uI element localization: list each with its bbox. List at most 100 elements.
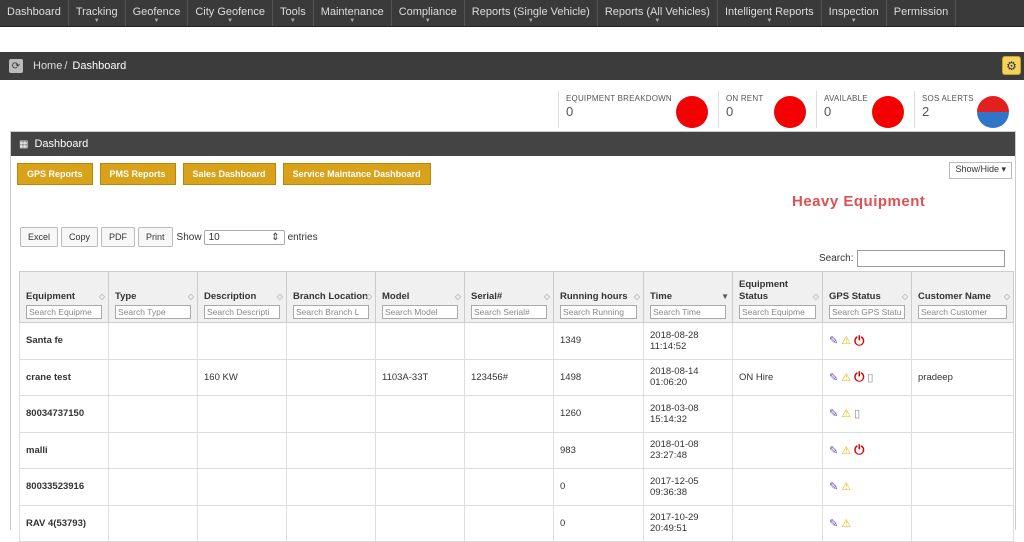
nav-tools[interactable]: Tools ▼ — [273, 0, 314, 26]
column-search-input[interactable]: Search Running — [560, 305, 637, 319]
col-type[interactable]: Type ◇ Search Type — [108, 271, 198, 323]
battery-icon[interactable]: ▯ — [867, 371, 873, 384]
caret-down-icon: ▼ — [227, 18, 234, 24]
column-search-input[interactable]: Search Descripti — [204, 305, 280, 319]
copy-button[interactable]: Copy — [61, 227, 99, 247]
warning-icon[interactable]: ⚠ — [841, 480, 851, 493]
settings-gear-icon[interactable]: ⚙ — [1002, 56, 1021, 75]
column-search-input[interactable]: Search Equipme — [26, 305, 102, 319]
cell-customer: pradeep — [911, 358, 1014, 396]
col-gps-status[interactable]: GPS Status ◇ Search GPS Statu — [822, 271, 912, 323]
entries-select[interactable]: 10 ⇕ — [203, 229, 285, 245]
cell-model — [375, 322, 465, 360]
power-icon[interactable]: ⏻ — [854, 442, 864, 458]
stat-available[interactable]: AVAILABLE 0 — [816, 91, 914, 128]
stat-equipment-breakdown[interactable]: EQUIPMENT BREAKDOWN 0 — [558, 91, 718, 128]
sort-icon: ◇ — [187, 292, 194, 301]
warning-icon[interactable]: ⚠ — [841, 334, 851, 347]
stats-row: EQUIPMENT BREAKDOWN 0 ON RENT 0 AVAILABL… — [558, 91, 1019, 128]
power-icon[interactable]: ⏻ — [854, 369, 864, 385]
select-arrows-icon: ⇕ — [271, 231, 280, 243]
gps-reports-button[interactable]: GPS Reports — [17, 163, 93, 185]
cell-hours: 1260 — [553, 395, 644, 433]
cell-branch — [286, 431, 376, 469]
col-branch-location[interactable]: Branch Location ◇ Search Branch L — [286, 271, 376, 323]
service-maintenance-button[interactable]: Service Maintance Dashboard — [282, 163, 431, 185]
satellite-icon[interactable]: ✎ — [829, 407, 838, 420]
table-row[interactable]: 80034737150 1260 2018-03-08 15:14:32 ✎ ⚠ ▯ — [19, 395, 1014, 433]
warning-icon[interactable]: ⚠ — [841, 407, 851, 420]
nav-label: Inspection — [828, 6, 879, 18]
table-row[interactable]: malli 983 2018-01-08 23:27:48 ✎ ⚠ ⏻ — [19, 431, 1014, 469]
nav-intelligent-reports[interactable]: Intelligent Reports ▼ — [718, 0, 822, 26]
sort-icon: ◇ — [98, 292, 105, 301]
satellite-icon[interactable]: ✎ — [829, 444, 838, 457]
col-label: Equipment Status — [739, 279, 789, 302]
nav-permission[interactable]: Permission — [887, 0, 957, 26]
battery-icon[interactable]: ▯ — [854, 407, 860, 420]
table-header-row: Equipment ◇ Search Equipme Type ◇ Search Typ… — [19, 271, 1014, 323]
nav-geofence[interactable]: Geofence ▼ — [126, 0, 189, 26]
nav-inspection[interactable]: Inspection ▼ — [822, 0, 887, 26]
warning-icon[interactable]: ⚠ — [841, 517, 851, 530]
satellite-icon[interactable]: ✎ — [829, 517, 838, 530]
col-model[interactable]: Model ◇ Search Model — [375, 271, 465, 323]
warning-icon[interactable]: ⚠ — [841, 444, 851, 457]
cell-description — [197, 322, 287, 360]
cell-customer — [911, 504, 1014, 542]
refresh-icon[interactable]: ⟳ — [9, 59, 23, 73]
cell-gps: ✎ ⚠ ⏻ ▯ — [822, 358, 912, 396]
show-hide-dropdown[interactable]: Show/Hide ▾ — [949, 162, 1012, 179]
cell-hours: 983 — [553, 431, 644, 469]
power-icon[interactable]: ⏻ — [854, 333, 864, 349]
column-search-input[interactable]: Search Time — [650, 305, 726, 319]
table-row[interactable]: Santa fe 1349 2018-08-28 11:14:52 ✎ ⚠ ⏻ — [19, 322, 1014, 360]
cell-hours: 1498 — [553, 358, 644, 396]
col-description[interactable]: Description ◇ Search Descripti — [197, 271, 287, 323]
nav-tracking[interactable]: Tracking ▼ — [69, 0, 126, 26]
nav-dashboard[interactable]: Dashboard — [0, 0, 69, 26]
table-body: Santa fe 1349 2018-08-28 11:14:52 ✎ ⚠ ⏻ crane … — [19, 322, 1014, 542]
cell-description — [197, 395, 287, 433]
sales-dashboard-button[interactable]: Sales Dashboard — [182, 163, 276, 185]
satellite-icon[interactable]: ✎ — [829, 371, 838, 384]
col-running-hours[interactable]: Running hours ◇ Search Running — [553, 271, 644, 323]
pdf-button[interactable]: PDF — [101, 227, 136, 247]
table-row[interactable]: 80033523916 0 2017-12-05 09:36:38 ✎ ⚠ — [19, 468, 1014, 506]
column-search-input[interactable]: Search Model — [382, 305, 458, 319]
cell-equipment: 80033523916 — [19, 468, 109, 506]
col-time[interactable]: Time ▼ Search Time — [643, 271, 733, 323]
table-row[interactable]: RAV 4(53793) 0 2017-10-29 20:49:51 ✎ ⚠ — [19, 504, 1014, 542]
breadcrumb-bar: ⟳ Home / Dashboard ⚙ — [0, 52, 1024, 80]
nav-reports-single[interactable]: Reports (Single Vehicle) ▼ — [465, 0, 598, 26]
column-search-input[interactable]: Search Serial# — [471, 305, 547, 319]
stat-on-rent[interactable]: ON RENT 0 — [718, 91, 816, 128]
print-button[interactable]: Print — [138, 227, 173, 247]
search-input[interactable] — [857, 250, 1006, 267]
col-customer-name[interactable]: Customer Name ◇ Search Customer — [911, 271, 1014, 323]
nav-reports-all[interactable]: Reports (All Vehicles) ▼ — [598, 0, 718, 26]
col-equipment[interactable]: Equipment ◇ Search Equipme — [19, 271, 109, 323]
status-dot — [676, 96, 708, 128]
nav-maintenance[interactable]: Maintenance ▼ — [314, 0, 392, 26]
column-search-input[interactable]: Search Branch L — [293, 305, 369, 319]
top-nav: Dashboard Tracking ▼ Geofence ▼ City Geofe… — [0, 0, 1024, 27]
breadcrumb-home[interactable]: Home — [33, 60, 62, 72]
excel-button[interactable]: Excel — [20, 227, 59, 247]
caret-down-icon: ▼ — [424, 18, 431, 24]
nav-compliance[interactable]: Compliance ▼ — [392, 0, 465, 26]
pms-reports-button[interactable]: PMS Reports — [99, 163, 176, 185]
nav-city-geofence[interactable]: City Geofence ▼ — [188, 0, 274, 26]
sort-icon: ◇ — [1003, 292, 1010, 301]
stat-sos-alerts[interactable]: SOS ALERTS 2 — [914, 91, 1019, 128]
satellite-icon[interactable]: ✎ — [829, 480, 838, 493]
column-search-input[interactable]: Search Type — [115, 305, 191, 319]
col-equipment-status[interactable]: Equipment Status ◇ Search Equipme — [732, 271, 823, 323]
column-search-input[interactable]: Search Equipme — [739, 305, 816, 319]
table-row[interactable]: crane test 160 KW 1103A-33T 123456# 1498 2018… — [19, 358, 1014, 396]
satellite-icon[interactable]: ✎ — [829, 334, 838, 347]
column-search-input[interactable]: Search GPS Statu — [829, 305, 905, 319]
warning-icon[interactable]: ⚠ — [841, 371, 851, 384]
column-search-input[interactable]: Search Customer — [918, 305, 1007, 319]
col-serial[interactable]: Serial# ◇ Search Serial# — [464, 271, 554, 323]
